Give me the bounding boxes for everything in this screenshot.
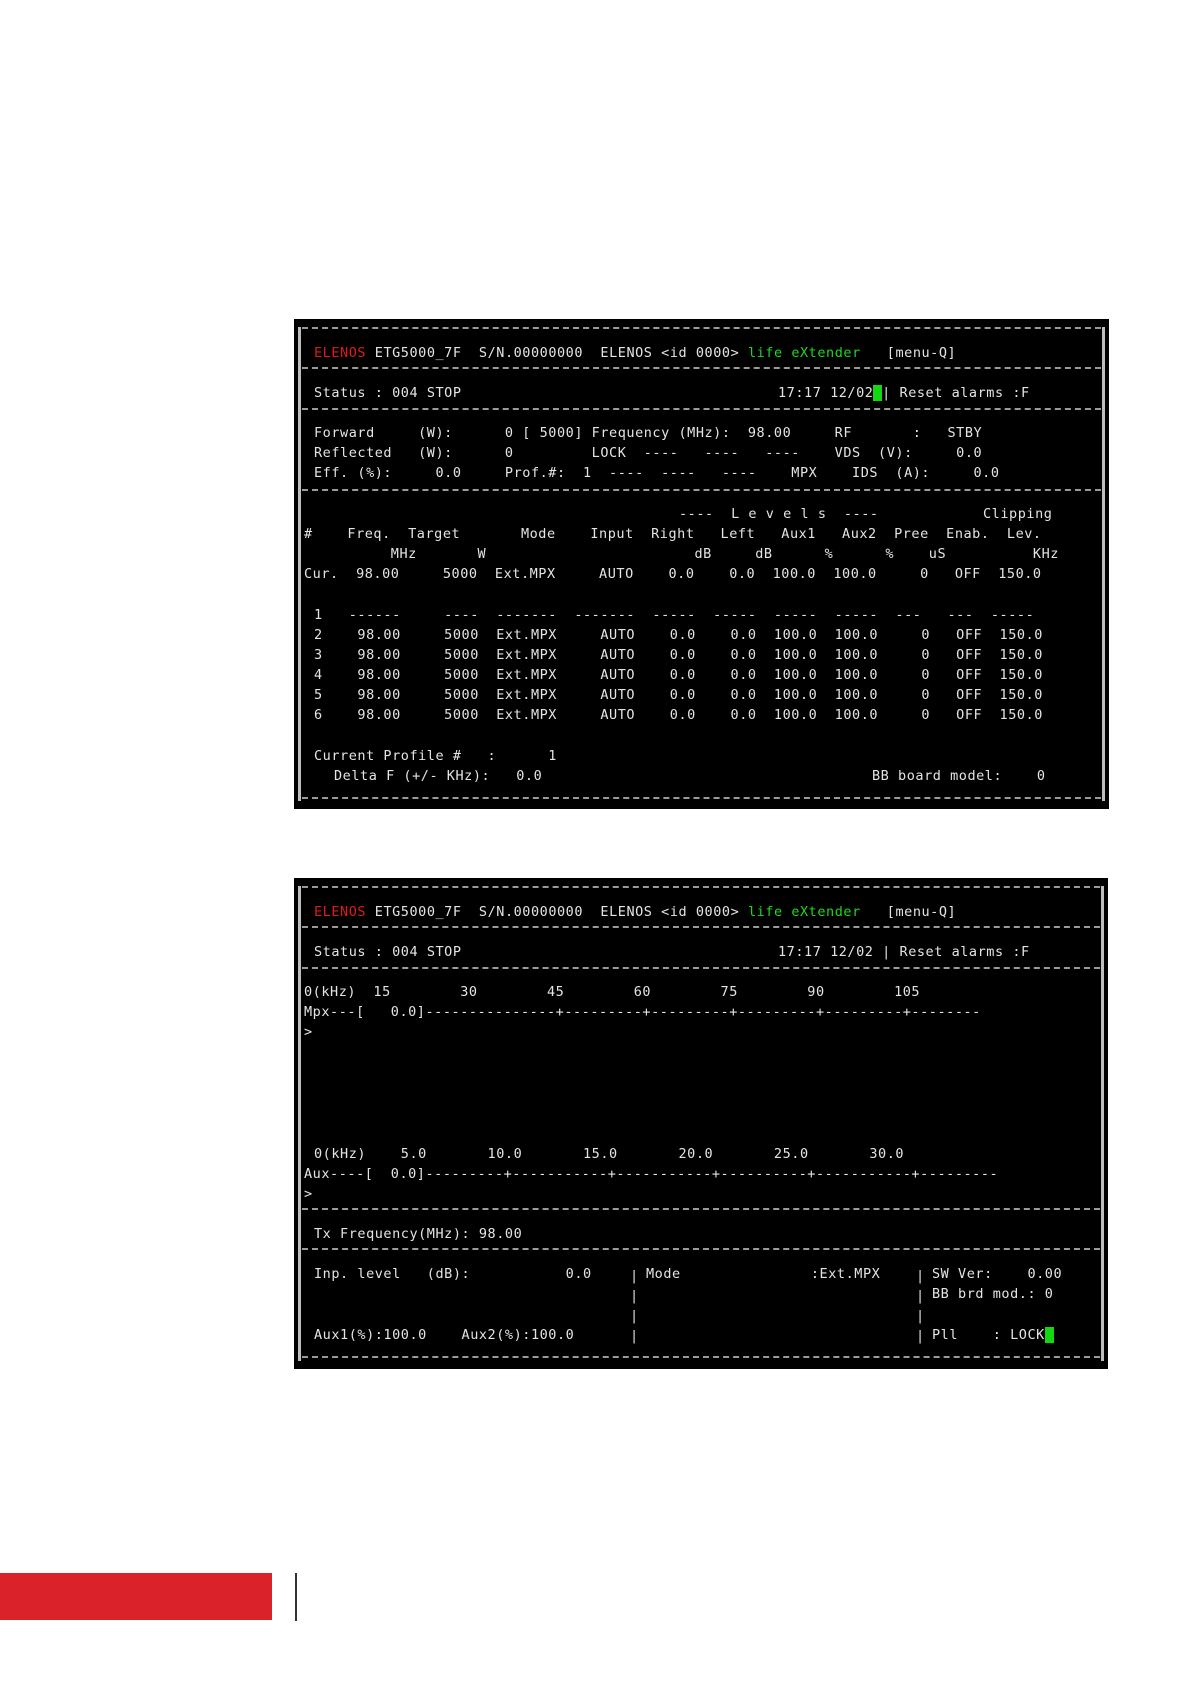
left-border	[298, 886, 301, 1361]
brand-logo-text: ELENOS	[314, 345, 367, 361]
brand-logo-text: ELENOS	[314, 904, 367, 920]
divider	[302, 926, 1100, 928]
profile-row: 5 98.00 5000 Ext.MPX AUTO 0.0 0.0 100.0 …	[314, 687, 1043, 703]
text-cursor	[873, 385, 883, 401]
column-headers: # Freq. Target Mode Input Right Left Aux…	[304, 526, 1042, 542]
reflected-line: Reflected (W): 0 LOCK ---- ---- ---- VDS…	[314, 445, 983, 461]
mode-value: Mode :Ext.MPX	[646, 1266, 881, 1282]
serial-number: S/N.00000000	[478, 904, 584, 920]
aux-scale: 0(kHz) 5.0 10.0 15.0 20.0 25.0 30.0	[314, 1146, 905, 1162]
column-units: MHz W dB dB % % uS KHz	[304, 546, 1059, 562]
status-line: Status : 004 STOP	[314, 944, 462, 960]
menu-hint: [menu-Q]	[886, 345, 957, 361]
divider	[302, 408, 1101, 410]
pll-status: Pll : LOCK	[932, 1327, 1054, 1343]
header-line: ELENOS ETG5000_7F S/N.00000000 ELENOS <i…	[314, 345, 956, 361]
terminal-screenshot-status: ELENOS ETG5000_7F S/N.00000000 ELENOS <i…	[294, 319, 1109, 809]
clipping-header: Clipping	[983, 506, 1053, 522]
reset-alarms-hint: Reset alarms :F	[899, 385, 1030, 401]
profile-row-1: 1 ------ ---- ------- ------- ----- ----…	[314, 607, 1035, 623]
divider	[302, 967, 1100, 969]
aux-level-bar: Aux----[ 0.0]---------+-----------+-----…	[304, 1166, 999, 1182]
status-value: 004 STOP	[392, 944, 462, 960]
serial-number: S/N.00000000	[478, 345, 584, 361]
footer-red-bar	[0, 1573, 272, 1620]
current-profile-row: Cur. 98.00 5000 Ext.MPX AUTO 0.0 0.0 100…	[304, 566, 1042, 582]
datetime: 17:17 12/02	[778, 944, 874, 960]
divider	[302, 886, 1100, 888]
right-border	[1101, 886, 1104, 1361]
status-right: 17:17 12/02 | Reset alarms :F	[778, 385, 1030, 401]
software-version: SW Ver: 0.00	[932, 1266, 1063, 1282]
text-cursor	[1044, 1327, 1054, 1343]
profile-row: 3 98.00 5000 Ext.MPX AUTO 0.0 0.0 100.0 …	[314, 647, 1043, 663]
divider	[302, 797, 1101, 799]
tx-frequency: Tx Frequency(MHz): 98.00	[314, 1226, 523, 1242]
aux-prompt: >	[304, 1186, 313, 1202]
mpx-level-bar: Mpx---[ 0.0]---------------+---------+--…	[304, 1004, 981, 1020]
status-value: 004 STOP	[392, 385, 462, 401]
forward-line: Forward (W): 0 [ 5000] Frequency (MHz): …	[314, 425, 983, 441]
right-border	[1102, 327, 1105, 801]
menu-hint: [menu-Q]	[886, 904, 957, 920]
left-border	[298, 327, 301, 801]
mpx-prompt: >	[304, 1024, 313, 1040]
device-id: ELENOS <id 0000>	[600, 345, 740, 361]
header-line: ELENOS ETG5000_7F S/N.00000000 ELENOS <i…	[314, 904, 956, 920]
aux-levels: Aux1(%):100.0 Aux2(%):100.0	[314, 1327, 575, 1343]
efficiency-line: Eff. (%): 0.0 Prof.#: 1 ---- ---- ---- M…	[314, 465, 1000, 481]
column-separator: | | | |	[916, 1268, 925, 1344]
divider	[302, 1248, 1100, 1250]
bb-board-model: BB board model: 0	[872, 768, 1046, 784]
profile-row: 6 98.00 5000 Ext.MPX AUTO 0.0 0.0 100.0 …	[314, 707, 1043, 723]
datetime: 17:17 12/02	[778, 385, 874, 401]
divider	[302, 489, 1101, 491]
levels-header: ---- L e v e l s ----	[679, 506, 879, 522]
divider	[302, 1356, 1100, 1358]
footer-separator	[295, 1573, 297, 1621]
status-line: Status : 004 STOP	[314, 385, 462, 401]
current-profile-number: Current Profile # : 1	[314, 748, 557, 764]
divider	[302, 367, 1101, 369]
life-extender-label: life eXtender	[747, 345, 861, 361]
model-name: ETG5000_7F	[374, 345, 462, 361]
column-separator: | | | |	[630, 1268, 639, 1344]
bb-board-mod: BB brd mod.: 0	[932, 1286, 1054, 1302]
profile-row: 4 98.00 5000 Ext.MPX AUTO 0.0 0.0 100.0 …	[314, 667, 1043, 683]
status-right: 17:17 12/02 | Reset alarms :F	[778, 944, 1030, 960]
mpx-scale: 0(kHz) 15 30 45 60 75 90 105	[304, 984, 921, 1000]
profile-row: 2 98.00 5000 Ext.MPX AUTO 0.0 0.0 100.0 …	[314, 627, 1043, 643]
life-extender-label: life eXtender	[747, 904, 861, 920]
status-label: Status :	[314, 385, 384, 401]
model-name: ETG5000_7F	[374, 904, 462, 920]
delta-f: Delta F (+/- KHz): 0.0	[334, 768, 543, 784]
terminal-screenshot-meters: ELENOS ETG5000_7F S/N.00000000 ELENOS <i…	[294, 878, 1108, 1369]
reset-alarms-hint: Reset alarms :F	[899, 944, 1030, 960]
divider	[302, 327, 1101, 329]
input-level: Inp. level (dB): 0.0	[314, 1266, 592, 1282]
divider	[302, 1208, 1100, 1210]
device-id: ELENOS <id 0000>	[600, 904, 740, 920]
status-label: Status :	[314, 944, 384, 960]
